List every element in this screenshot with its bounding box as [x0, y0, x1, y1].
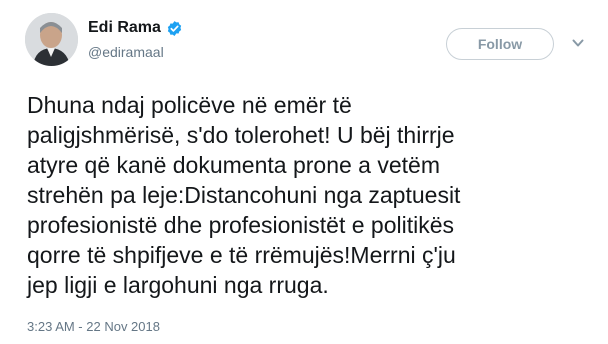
- verified-badge-icon: [166, 20, 183, 37]
- chevron-down-icon[interactable]: [571, 36, 585, 50]
- follow-button[interactable]: Follow: [446, 28, 554, 60]
- user-name-row: Edi Rama: [88, 19, 183, 37]
- avatar-image: [25, 13, 78, 66]
- display-name[interactable]: Edi Rama: [88, 19, 161, 37]
- tweet-text: Dhuna ndaj policëve në emër të paligjshm…: [27, 92, 461, 298]
- avatar[interactable]: [25, 13, 78, 66]
- tweet-timestamp[interactable]: 3:23 AM - 22 Nov 2018: [27, 319, 160, 334]
- user-handle[interactable]: @ediramaal: [88, 44, 164, 60]
- tweet-card: Edi Rama @ediramaal Follow Dhuna ndaj po…: [0, 0, 608, 344]
